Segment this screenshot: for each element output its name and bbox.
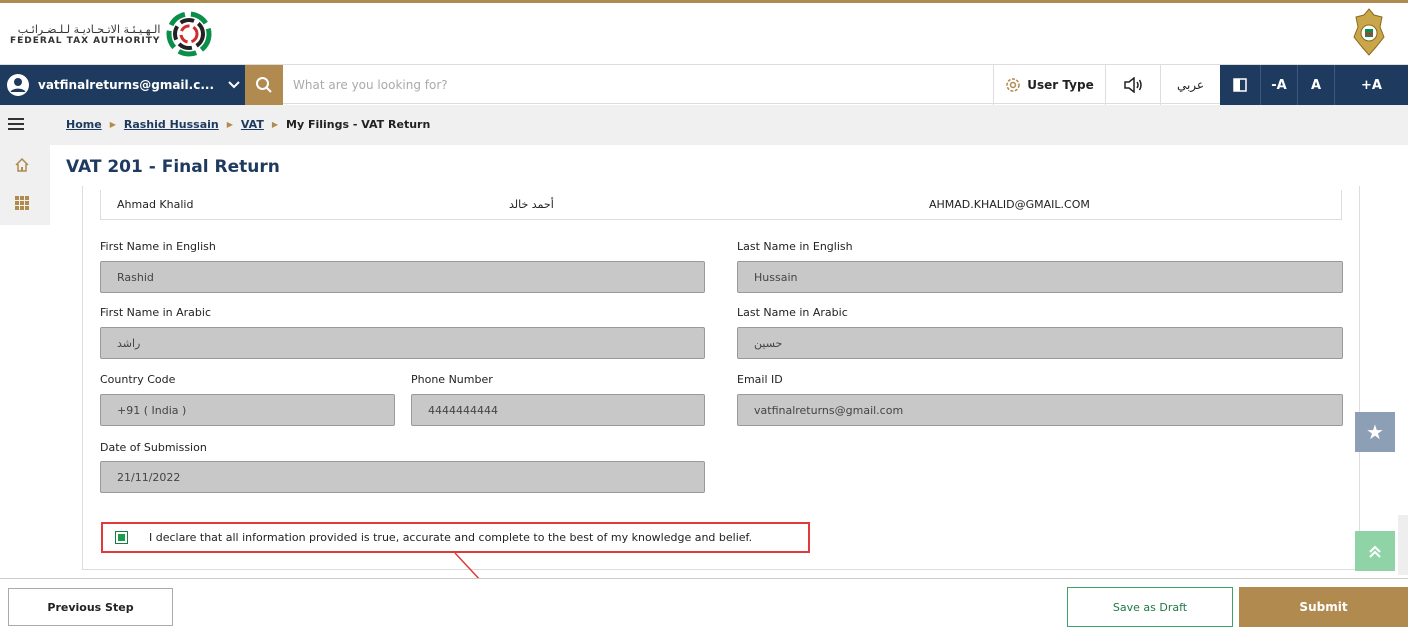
scroll-to-top-button[interactable] bbox=[1355, 531, 1395, 571]
callout-pointer-line bbox=[454, 552, 483, 583]
previous-step-button[interactable]: Previous Step bbox=[8, 588, 173, 626]
submit-button[interactable]: Submit bbox=[1239, 587, 1408, 627]
save-as-draft-button[interactable]: Save as Draft bbox=[1067, 587, 1233, 627]
star-icon: ★ bbox=[1366, 420, 1384, 444]
form-footer: Previous Step Save as Draft Submit bbox=[0, 578, 1408, 632]
page-scrollbar[interactable] bbox=[1398, 515, 1408, 575]
favorite-star-button[interactable]: ★ bbox=[1355, 412, 1395, 452]
double-chevron-up-icon bbox=[1369, 545, 1381, 558]
